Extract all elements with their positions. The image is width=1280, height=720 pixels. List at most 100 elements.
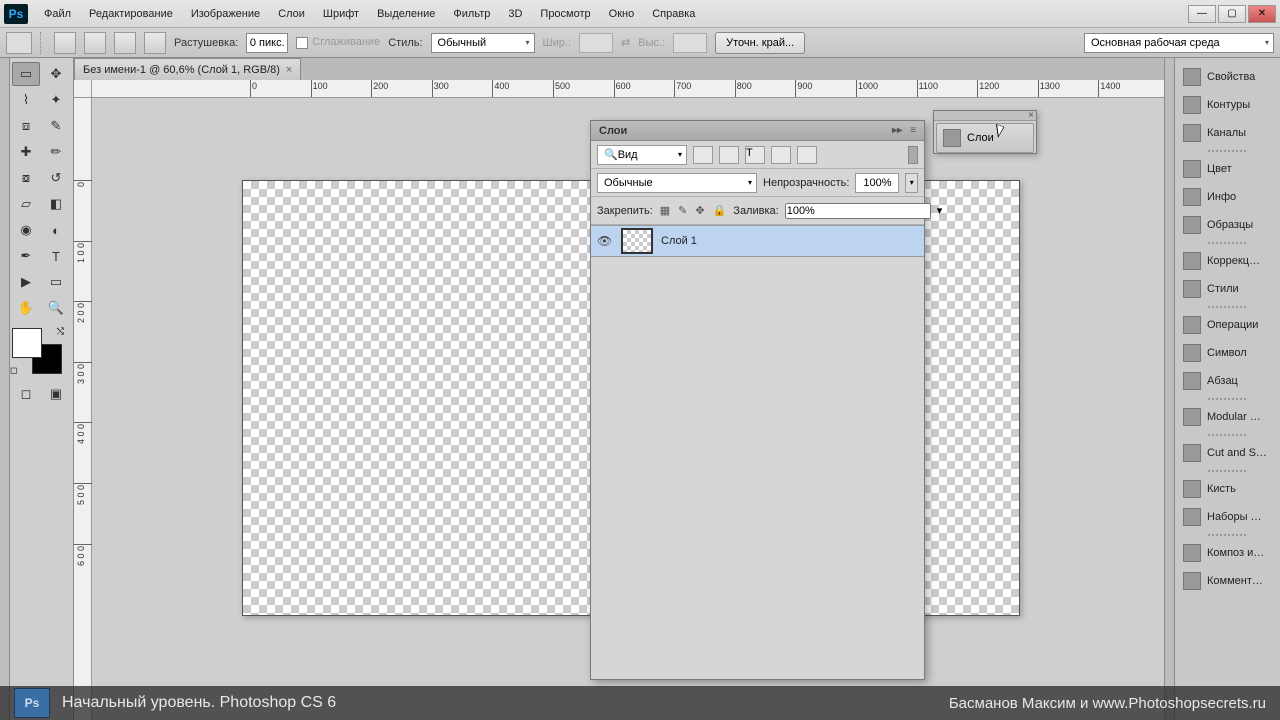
- lasso-tool-icon[interactable]: ⌇: [12, 88, 40, 112]
- side-panel-абзац[interactable]: Абзац: [1179, 368, 1276, 394]
- workspace-select[interactable]: Основная рабочая среда: [1084, 33, 1274, 53]
- side-panel-символ[interactable]: Символ: [1179, 340, 1276, 366]
- lock-pixels-icon[interactable]: ✎: [677, 203, 688, 219]
- screenmode-icon[interactable]: ▣: [42, 382, 70, 406]
- panel-collapse-icon[interactable]: ▸▸: [892, 125, 902, 136]
- eraser-tool-icon[interactable]: ▱: [12, 192, 40, 216]
- fill-dropdown-icon[interactable]: ▾: [937, 204, 943, 217]
- layer-filter-select[interactable]: 🔍 Вид: [597, 145, 687, 165]
- side-panel-cut and s…[interactable]: Cut and S…: [1179, 440, 1276, 466]
- menu-help[interactable]: Справка: [644, 4, 703, 24]
- pen-tool-icon[interactable]: ✒: [12, 244, 40, 268]
- color-swatches[interactable]: ⤭ ◻: [12, 328, 62, 374]
- menu-edit[interactable]: Редактирование: [81, 4, 181, 24]
- filter-toggle-switch[interactable]: [908, 146, 918, 164]
- healing-tool-icon[interactable]: ✚: [12, 140, 40, 164]
- side-panel-образцы[interactable]: Образцы: [1179, 212, 1276, 238]
- filter-adjust-icon[interactable]: [719, 146, 739, 164]
- history-brush-tool-icon[interactable]: ↺: [42, 166, 70, 190]
- menu-filter[interactable]: Фильтр: [445, 4, 498, 24]
- eyedropper-tool-icon[interactable]: ✎: [42, 114, 70, 138]
- layers-panel-header[interactable]: Слои ▸▸ ≡: [591, 121, 924, 141]
- swap-colors-icon[interactable]: ⤭: [57, 326, 64, 337]
- visibility-icon[interactable]: 👁: [597, 234, 613, 248]
- side-panel-инфо[interactable]: Инфо: [1179, 184, 1276, 210]
- move-tool-icon[interactable]: ✥: [42, 62, 70, 86]
- menu-image[interactable]: Изображение: [183, 4, 268, 24]
- document-tab[interactable]: Без имени-1 @ 60,6% (Слой 1, RGB/8) ×: [74, 58, 301, 80]
- dodge-tool-icon[interactable]: ◐: [42, 218, 70, 242]
- dock-grip[interactable]: ×: [934, 111, 1036, 121]
- menu-select[interactable]: Выделение: [369, 4, 443, 24]
- minimize-button[interactable]: —: [1188, 5, 1216, 23]
- collapsed-layers-dock[interactable]: × Слои: [933, 110, 1037, 154]
- menu-window[interactable]: Окно: [601, 4, 643, 24]
- close-button[interactable]: ✕: [1248, 5, 1276, 23]
- crop-tool-icon[interactable]: ⧈: [12, 114, 40, 138]
- layer-row[interactable]: 👁 Слой 1: [591, 225, 924, 257]
- stamp-tool-icon[interactable]: ⧇: [12, 166, 40, 190]
- path-select-tool-icon[interactable]: ▶: [12, 270, 40, 294]
- ruler-horizontal[interactable]: 1002003004005006007008009001000110012001…: [92, 80, 1164, 98]
- filter-shape-icon[interactable]: [771, 146, 791, 164]
- lock-all-icon[interactable]: 🔒: [712, 203, 728, 219]
- type-tool-icon[interactable]: T: [42, 244, 70, 268]
- menu-file[interactable]: Файл: [36, 4, 79, 24]
- document-tab-close-icon[interactable]: ×: [286, 64, 292, 76]
- filter-type-icon[interactable]: T: [745, 146, 765, 164]
- dock-layers-item[interactable]: Слои: [936, 123, 1034, 153]
- filter-pixel-icon[interactable]: [693, 146, 713, 164]
- side-panel-коррекц…[interactable]: Коррекц…: [1179, 248, 1276, 274]
- current-tool-icon[interactable]: [6, 32, 32, 54]
- panel-menu-icon[interactable]: ≡: [910, 125, 916, 136]
- menu-type[interactable]: Шрифт: [315, 4, 367, 24]
- side-panel-кисть[interactable]: Кисть: [1179, 476, 1276, 502]
- zoom-tool-icon[interactable]: 🔍: [42, 296, 70, 320]
- opacity-dropdown-icon[interactable]: ▾: [905, 173, 918, 193]
- side-panel-каналы[interactable]: Каналы: [1179, 120, 1276, 146]
- side-panel-операции[interactable]: Операции: [1179, 312, 1276, 338]
- layers-panel[interactable]: Слои ▸▸ ≡ 🔍 Вид T Обычные Непрозрачность…: [590, 120, 925, 680]
- brush-tool-icon[interactable]: ✏: [42, 140, 70, 164]
- shape-tool-icon[interactable]: ▭: [42, 270, 70, 294]
- menu-layer[interactable]: Слои: [270, 4, 313, 24]
- side-panel-наборы …[interactable]: Наборы …: [1179, 504, 1276, 530]
- right-collapse-handle[interactable]: [1164, 58, 1174, 720]
- quickmask-icon[interactable]: ◻: [12, 382, 40, 406]
- side-panel-modular …[interactable]: Modular …: [1179, 404, 1276, 430]
- style-select[interactable]: Обычный: [431, 33, 535, 53]
- opacity-input[interactable]: [855, 173, 899, 193]
- selection-new-icon[interactable]: [54, 32, 76, 54]
- layer-thumbnail[interactable]: [621, 228, 653, 254]
- magic-wand-tool-icon[interactable]: ✦: [42, 88, 70, 112]
- side-panel-цвет[interactable]: Цвет: [1179, 156, 1276, 182]
- hand-tool-icon[interactable]: ✋: [12, 296, 40, 320]
- ruler-vertical[interactable]: 01 0 02 0 03 0 04 0 05 0 06 0 0: [74, 98, 92, 720]
- blend-mode-select[interactable]: Обычные: [597, 173, 757, 193]
- selection-add-icon[interactable]: [84, 32, 106, 54]
- side-panel-коммент…[interactable]: Коммент…: [1179, 568, 1276, 594]
- side-panel-стили[interactable]: Стили: [1179, 276, 1276, 302]
- selection-intersect-icon[interactable]: [144, 32, 166, 54]
- left-collapse-handle[interactable]: [0, 58, 10, 720]
- feather-input[interactable]: [246, 33, 288, 53]
- blur-tool-icon[interactable]: ◉: [12, 218, 40, 242]
- menu-3d[interactable]: 3D: [500, 4, 530, 24]
- marquee-tool-icon[interactable]: ▭: [12, 62, 40, 86]
- gradient-tool-icon[interactable]: ◧: [42, 192, 70, 216]
- refine-edge-button[interactable]: Уточн. край...: [715, 32, 805, 54]
- layer-name[interactable]: Слой 1: [661, 235, 697, 247]
- dock-close-icon[interactable]: ×: [1028, 110, 1034, 121]
- fill-input[interactable]: [785, 203, 931, 219]
- selection-subtract-icon[interactable]: [114, 32, 136, 54]
- default-colors-icon[interactable]: ◻: [10, 365, 17, 376]
- foreground-color-swatch[interactable]: [12, 328, 42, 358]
- filter-smart-icon[interactable]: [797, 146, 817, 164]
- lock-transparency-icon[interactable]: ▦: [659, 203, 671, 219]
- lock-position-icon[interactable]: ✥: [694, 203, 705, 219]
- side-panel-контуры[interactable]: Контуры: [1179, 92, 1276, 118]
- menu-view[interactable]: Просмотр: [532, 4, 598, 24]
- side-panel-свойства[interactable]: Свойства: [1179, 64, 1276, 90]
- maximize-button[interactable]: ▢: [1218, 5, 1246, 23]
- side-panel-композ и…[interactable]: Композ и…: [1179, 540, 1276, 566]
